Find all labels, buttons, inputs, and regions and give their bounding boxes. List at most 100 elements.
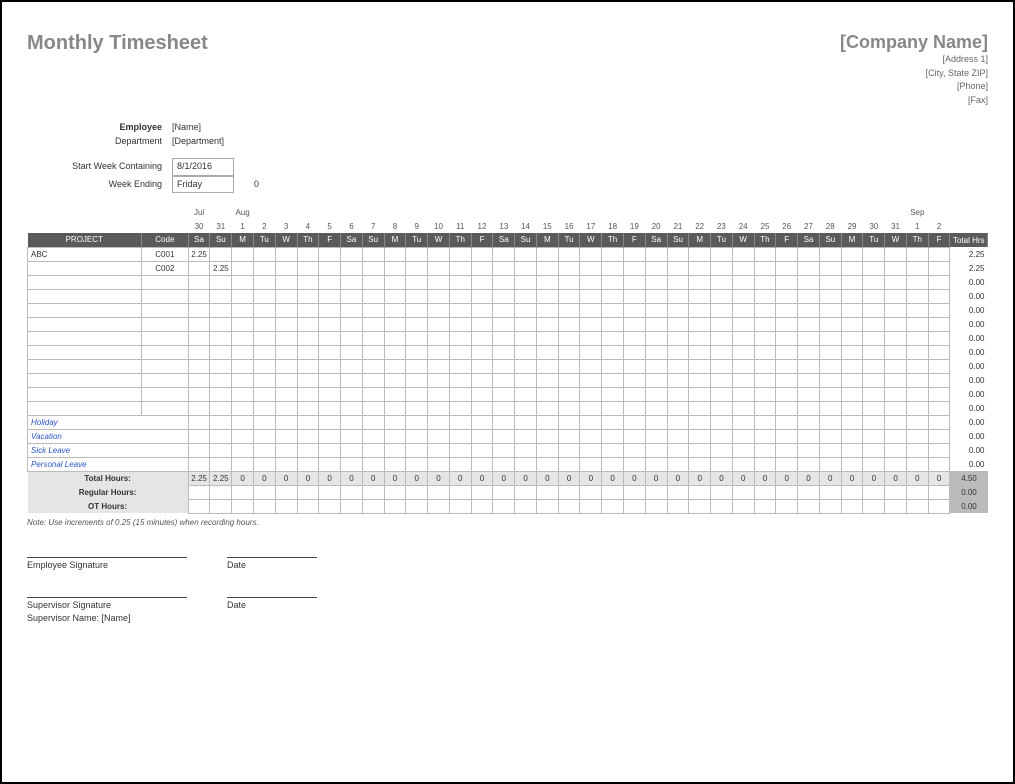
hours-cell[interactable]	[188, 359, 210, 373]
hours-cell[interactable]	[863, 429, 885, 443]
hours-cell[interactable]	[536, 401, 558, 415]
hours-cell[interactable]	[362, 247, 384, 261]
hours-cell[interactable]	[210, 443, 232, 457]
hours-cell[interactable]	[275, 275, 297, 289]
hours-cell[interactable]	[406, 345, 428, 359]
employee-value[interactable]: [Name]	[172, 121, 201, 135]
hours-cell[interactable]	[602, 289, 624, 303]
project-cell[interactable]	[28, 275, 142, 289]
hours-cell[interactable]	[319, 331, 341, 345]
hours-cell[interactable]	[319, 415, 341, 429]
hours-cell[interactable]	[558, 443, 580, 457]
hours-cell[interactable]	[558, 303, 580, 317]
regular-cell[interactable]	[841, 485, 863, 499]
hours-cell[interactable]	[798, 317, 820, 331]
hours-cell[interactable]	[580, 415, 602, 429]
hours-cell[interactable]	[623, 443, 645, 457]
hours-cell[interactable]	[362, 289, 384, 303]
hours-cell[interactable]	[188, 415, 210, 429]
hours-cell[interactable]	[645, 387, 667, 401]
hours-cell[interactable]	[580, 289, 602, 303]
hours-cell[interactable]	[341, 331, 363, 345]
hours-cell[interactable]	[384, 303, 406, 317]
hours-cell[interactable]	[232, 415, 254, 429]
hours-cell[interactable]	[493, 443, 515, 457]
ot-cell[interactable]	[471, 499, 493, 513]
hours-cell[interactable]	[841, 345, 863, 359]
hours-cell[interactable]	[667, 429, 689, 443]
regular-cell[interactable]	[253, 485, 275, 499]
hours-cell[interactable]	[906, 401, 928, 415]
hours-cell[interactable]	[885, 359, 907, 373]
hours-cell[interactable]	[449, 317, 471, 331]
hours-cell[interactable]	[841, 387, 863, 401]
hours-cell[interactable]	[253, 317, 275, 331]
hours-cell[interactable]	[188, 401, 210, 415]
hours-cell[interactable]	[776, 373, 798, 387]
hours-cell[interactable]	[819, 247, 841, 261]
hours-cell[interactable]	[732, 331, 754, 345]
project-cell[interactable]: ABC	[28, 247, 142, 261]
hours-cell[interactable]	[885, 415, 907, 429]
regular-cell[interactable]	[732, 485, 754, 499]
hours-cell[interactable]	[906, 415, 928, 429]
hours-cell[interactable]	[711, 275, 733, 289]
regular-cell[interactable]	[689, 485, 711, 499]
hours-cell[interactable]	[819, 429, 841, 443]
ot-cell[interactable]	[253, 499, 275, 513]
hours-cell[interactable]	[449, 373, 471, 387]
hours-cell[interactable]	[406, 275, 428, 289]
ot-cell[interactable]	[536, 499, 558, 513]
hours-cell[interactable]	[602, 331, 624, 345]
ot-cell[interactable]	[297, 499, 319, 513]
hours-cell[interactable]	[602, 373, 624, 387]
hours-cell[interactable]	[667, 303, 689, 317]
hours-cell[interactable]	[253, 401, 275, 415]
hours-cell[interactable]	[275, 331, 297, 345]
hours-cell[interactable]	[776, 317, 798, 331]
hours-cell[interactable]	[210, 275, 232, 289]
hours-cell[interactable]	[384, 345, 406, 359]
hours-cell[interactable]	[863, 359, 885, 373]
hours-cell[interactable]	[275, 429, 297, 443]
ot-cell[interactable]	[885, 499, 907, 513]
hours-cell[interactable]	[798, 247, 820, 261]
hours-cell[interactable]	[928, 415, 950, 429]
hours-cell[interactable]	[471, 443, 493, 457]
ot-cell[interactable]	[210, 499, 232, 513]
ot-cell[interactable]	[515, 499, 537, 513]
hours-cell[interactable]	[232, 429, 254, 443]
hours-cell[interactable]	[885, 443, 907, 457]
regular-cell[interactable]	[384, 485, 406, 499]
hours-cell[interactable]	[754, 331, 776, 345]
hours-cell[interactable]	[645, 275, 667, 289]
hours-cell[interactable]	[732, 275, 754, 289]
hours-cell[interactable]	[798, 373, 820, 387]
hours-cell[interactable]	[471, 429, 493, 443]
hours-cell[interactable]	[449, 359, 471, 373]
hours-cell[interactable]	[645, 317, 667, 331]
hours-cell[interactable]	[471, 359, 493, 373]
hours-cell[interactable]	[341, 429, 363, 443]
hours-cell[interactable]	[493, 415, 515, 429]
hours-cell[interactable]	[602, 345, 624, 359]
hours-cell[interactable]	[449, 303, 471, 317]
hours-cell[interactable]	[689, 317, 711, 331]
hours-cell[interactable]	[384, 275, 406, 289]
hours-cell[interactable]	[406, 359, 428, 373]
hours-cell[interactable]	[428, 345, 450, 359]
hours-cell[interactable]	[558, 415, 580, 429]
hours-cell[interactable]	[384, 443, 406, 457]
hours-cell[interactable]	[841, 247, 863, 261]
hours-cell[interactable]	[188, 429, 210, 443]
hours-cell[interactable]	[711, 373, 733, 387]
hours-cell[interactable]	[384, 457, 406, 471]
ot-cell[interactable]	[558, 499, 580, 513]
hours-cell[interactable]	[776, 247, 798, 261]
hours-cell[interactable]	[319, 359, 341, 373]
hours-cell[interactable]	[732, 261, 754, 275]
hours-cell[interactable]	[406, 401, 428, 415]
ot-cell[interactable]	[776, 499, 798, 513]
hours-cell[interactable]	[841, 429, 863, 443]
hours-cell[interactable]	[297, 401, 319, 415]
